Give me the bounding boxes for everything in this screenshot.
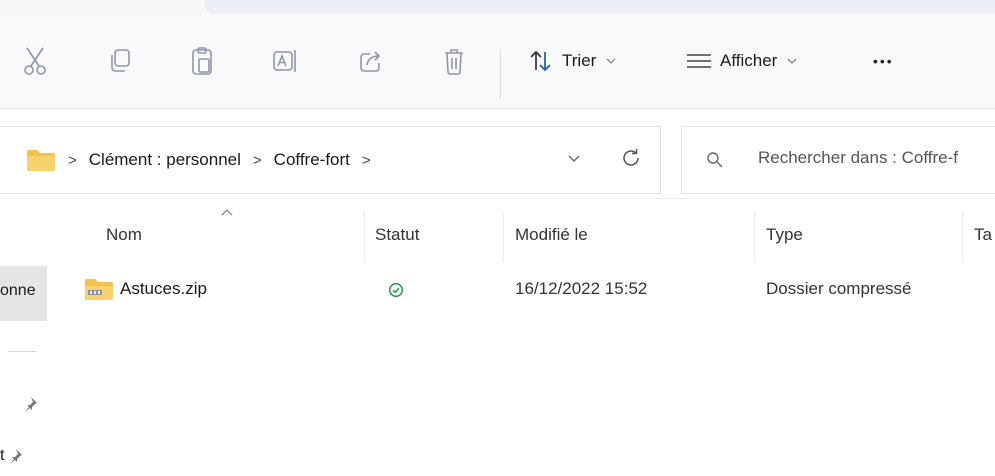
rename-icon — [273, 50, 296, 72]
list-view-icon — [687, 54, 711, 68]
breadcrumb-separator[interactable]: > — [362, 152, 371, 169]
nav-item-label: t — [0, 447, 5, 464]
search-icon — [707, 152, 723, 168]
chevron-down-icon — [787, 58, 797, 64]
toolbar-divider — [0, 108, 995, 109]
rename-button[interactable] — [272, 14, 298, 108]
column-header-modified[interactable]: Modifié le — [515, 225, 588, 245]
header-divider — [0, 198, 995, 199]
more-icon: ••• — [873, 53, 894, 69]
cut-button[interactable] — [22, 14, 48, 108]
nav-item-selected[interactable]: onne — [0, 266, 47, 321]
pin-icon — [10, 449, 23, 464]
share-icon — [360, 51, 381, 72]
status-synced-icon — [388, 282, 404, 298]
copy-button[interactable] — [108, 14, 132, 108]
command-bar: Trier Afficher ••• — [0, 14, 995, 108]
delete-button[interactable] — [442, 14, 466, 108]
nav-item[interactable]: t — [0, 447, 23, 465]
cut-icon — [24, 47, 46, 75]
paste-button[interactable] — [190, 14, 214, 108]
chevron-down-icon — [606, 58, 616, 64]
column-separator[interactable] — [503, 212, 504, 262]
column-header-status[interactable]: Statut — [375, 225, 419, 245]
search-placeholder: Rechercher dans : Coffre-f — [758, 148, 958, 167]
column-header-type[interactable]: Type — [766, 225, 803, 245]
address-bar[interactable]: > Clément : personnel > Coffre-fort > — [0, 126, 661, 194]
breadcrumb-separator: > — [252, 151, 262, 169]
folder-icon — [27, 150, 55, 171]
sort-icon — [530, 50, 551, 72]
toolbar-separator — [500, 50, 501, 98]
history-dropdown-icon[interactable] — [567, 151, 581, 165]
breadcrumb: > Clément : personnel > Coffre-fort > — [26, 127, 383, 193]
column-separator[interactable] — [754, 212, 755, 262]
nav-item-label: onne — [0, 282, 36, 299]
sort-ascending-icon — [221, 209, 233, 216]
breadcrumb-item-coffre-fort[interactable]: Coffre-fort — [274, 150, 350, 170]
breadcrumb-separator: > — [68, 151, 77, 169]
more-options-button[interactable]: ••• — [873, 14, 894, 108]
navigation-pane: onne t — [0, 199, 50, 476]
delete-icon — [445, 49, 463, 75]
column-header-name[interactable]: Nom — [106, 225, 142, 245]
table-row[interactable]: Astuces.zip 16/12/2022 15:52 Dossier com… — [70, 264, 995, 318]
file-modified: 16/12/2022 15:52 — [515, 279, 648, 298]
file-name[interactable]: Astuces.zip — [120, 279, 207, 299]
zip-folder-icon — [85, 279, 113, 300]
tab-area — [205, 0, 995, 14]
sort-button[interactable]: Trier — [528, 14, 616, 108]
share-button[interactable] — [358, 14, 384, 108]
column-separator[interactable] — [364, 212, 365, 262]
search-box[interactable]: Rechercher dans : Coffre-f — [681, 126, 995, 194]
view-label: Afficher — [720, 51, 778, 70]
pin-icon[interactable] — [22, 396, 38, 412]
breadcrumb-item-personnel[interactable]: Clément : personnel — [89, 150, 241, 170]
title-strip — [0, 0, 995, 14]
view-button[interactable]: Afficher — [686, 14, 797, 108]
file-type: Dossier compressé — [766, 279, 912, 298]
nav-divider — [8, 351, 36, 352]
sort-label: Trier — [562, 51, 597, 70]
copy-icon — [111, 49, 130, 72]
column-header-size[interactable]: Ta — [974, 225, 992, 245]
paste-icon — [192, 47, 212, 75]
refresh-icon[interactable] — [620, 147, 642, 169]
column-separator[interactable] — [962, 212, 963, 262]
